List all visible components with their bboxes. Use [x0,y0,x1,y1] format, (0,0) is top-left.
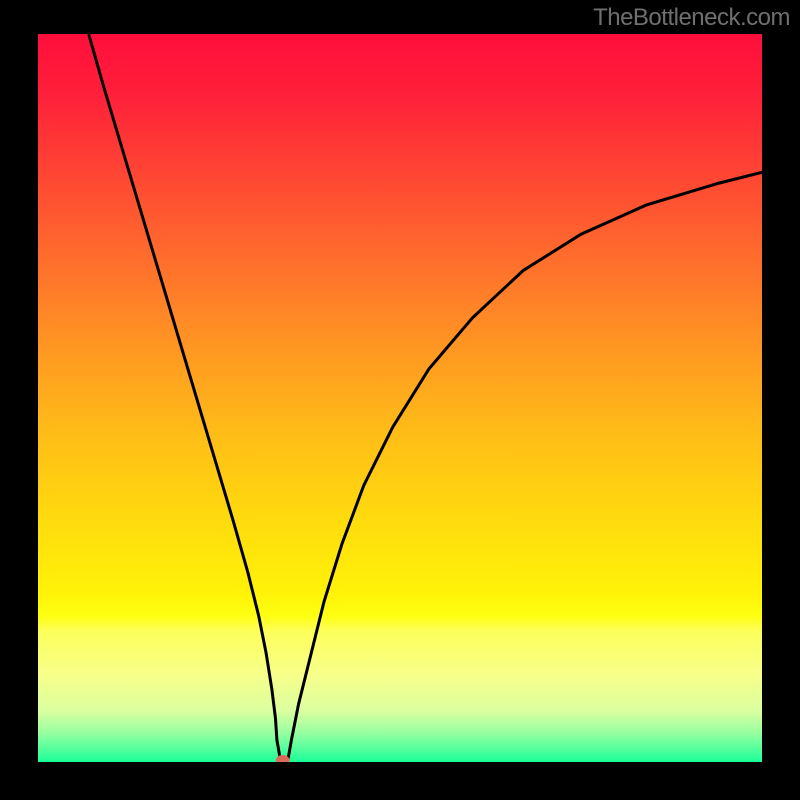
plot-area [38,34,762,762]
chart-container: TheBottleneck.com [0,0,800,800]
gradient-background [38,34,762,762]
gradient-plot-svg [38,34,762,762]
attribution-text: TheBottleneck.com [593,4,790,32]
